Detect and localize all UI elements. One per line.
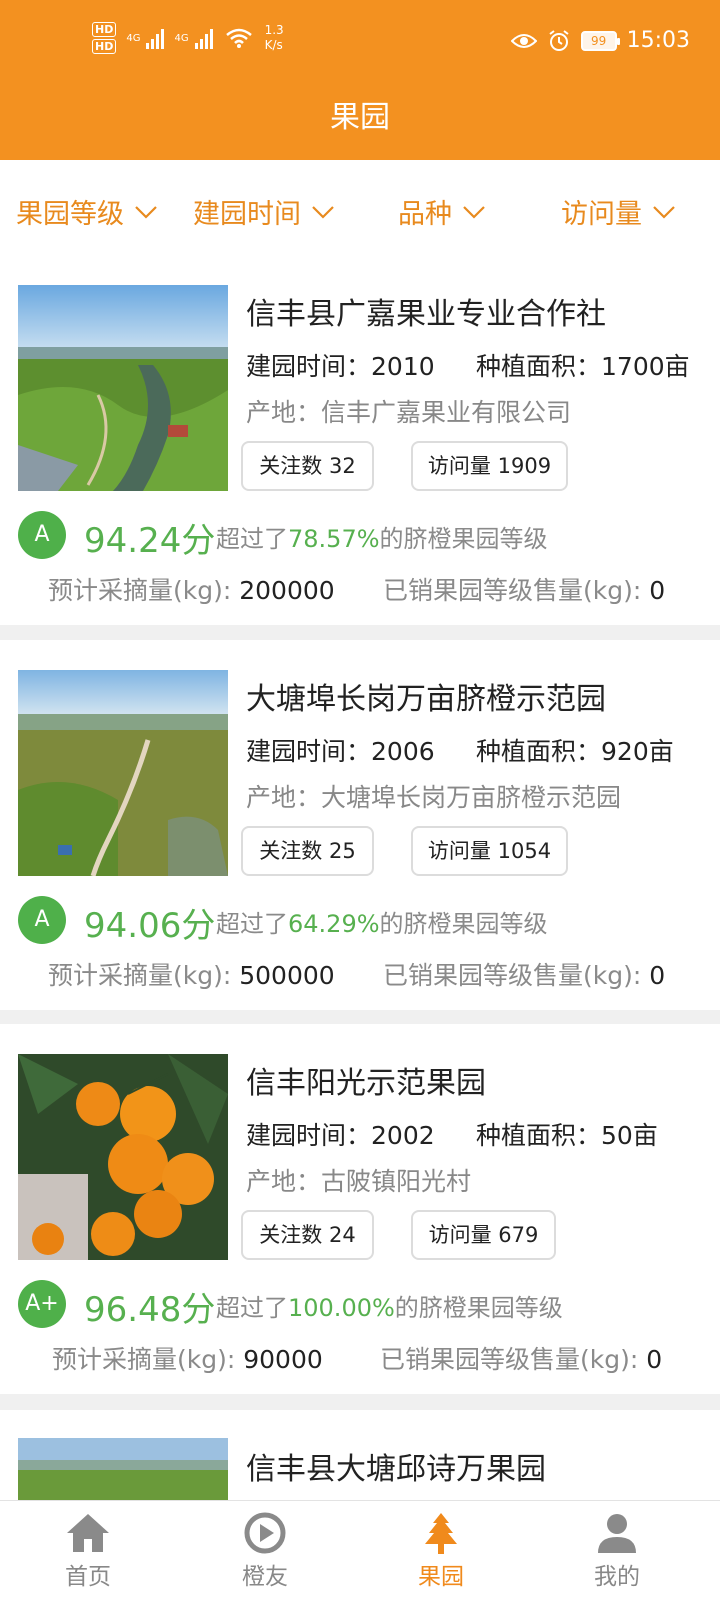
orchard-meta: 建园时间：2002 种植面积：50亩	[246, 1121, 658, 1150]
signal-icon	[146, 27, 165, 49]
status-bar: HD HD 4G 4G 1.3 K/s 99 15:03	[0, 0, 720, 86]
eye-icon	[510, 33, 537, 48]
orchard-photo	[18, 1438, 228, 1500]
nav-orange-friends[interactable]: 橙友	[205, 1511, 325, 1591]
chevron-down-icon	[312, 205, 334, 219]
planting-area: 50亩	[601, 1121, 658, 1150]
orchard-origin: 产地：大塘埠长岗万亩脐橙示范园	[246, 783, 622, 812]
sold-amount: 已销果园等级售量(kg): 0	[383, 961, 666, 990]
nav-orchard[interactable]: 果园	[381, 1511, 501, 1591]
grade-badge: A	[18, 511, 66, 559]
planting-area: 1700亩	[601, 352, 690, 381]
orchard-origin: 产地：古陂镇阳光村	[246, 1167, 472, 1196]
chevron-down-icon	[463, 205, 485, 219]
signal-type-1: 4G	[126, 32, 141, 44]
bottom-nav: 首页 橙友 果园 我的	[0, 1500, 720, 1600]
planting-area: 920亩	[601, 737, 674, 766]
founded-year: 2010	[371, 352, 435, 381]
sold-amount: 已销果园等级售量(kg): 0	[380, 1345, 663, 1374]
app-header: HD HD 4G 4G 1.3 K/s 99 15:03 果园	[0, 0, 720, 160]
harvest-estimate: 预计采摘量(kg): 500000	[48, 961, 335, 990]
page-title: 果园	[330, 100, 390, 135]
wifi-icon	[225, 28, 252, 48]
orchard-card[interactable]: 信丰县大塘邱诗万果园	[0, 1410, 720, 1500]
visits-button[interactable]: 访问量 1054	[411, 826, 568, 876]
harvest-estimate: 预计采摘量(kg): 200000	[48, 576, 335, 605]
orchard-photo	[18, 670, 228, 876]
orchard-card[interactable]: 信丰阳光示范果园 建园时间：2002 种植面积：50亩 产地：古陂镇阳光村 关注…	[0, 1024, 720, 1394]
chevron-down-icon	[135, 205, 157, 219]
signal-icon	[194, 27, 213, 49]
score: 96.48分	[84, 1290, 216, 1330]
alarm-icon	[548, 29, 569, 51]
user-icon	[598, 1514, 636, 1553]
follows-button[interactable]: 关注数 25	[241, 826, 374, 876]
status-right: 99 15:03	[510, 28, 690, 53]
nav-home[interactable]: 首页	[28, 1511, 148, 1591]
visits-button[interactable]: 访问量 679	[411, 1210, 556, 1260]
score: 94.24分	[84, 521, 216, 561]
harvest-estimate: 预计采摘量(kg): 90000	[52, 1345, 323, 1374]
orchard-card[interactable]: 信丰县广嘉果业专业合作社 建园时间：2010 种植面积：1700亩 产地：信丰广…	[0, 255, 720, 625]
orchard-name: 信丰阳光示范果园	[246, 1066, 486, 1101]
orchard-tree-icon	[425, 1513, 457, 1554]
orchard-name: 信丰县大塘邱诗万果园	[246, 1452, 546, 1487]
nav-mine[interactable]: 我的	[557, 1511, 677, 1591]
sold-amount: 已销果园等级售量(kg): 0	[383, 576, 666, 605]
follows-button[interactable]: 关注数 24	[241, 1210, 374, 1260]
score: 94.06分	[84, 906, 216, 946]
battery-icon: 99	[580, 30, 620, 51]
founded-year: 2006	[371, 737, 435, 766]
status-left: HD HD 4G 4G 1.3 K/s	[92, 22, 284, 54]
exceed-text: 超过了64.29%的脐橙果园等级	[216, 910, 548, 938]
orchard-name: 信丰县广嘉果业专业合作社	[246, 297, 606, 332]
net-speed: 1.3 K/s	[264, 23, 284, 52]
home-icon	[67, 1514, 109, 1552]
orchard-origin: 产地：信丰广嘉果业有限公司	[246, 398, 572, 427]
visits-button[interactable]: 访问量 1909	[411, 441, 568, 491]
orange-friends-icon	[244, 1512, 286, 1554]
filter-visits[interactable]: 访问量	[561, 192, 676, 231]
orchard-meta: 建园时间：2006 种植面积：920亩	[246, 737, 674, 766]
hd-icon: HD HD	[92, 22, 117, 54]
exceed-text: 超过了100.00%的脐橙果园等级	[216, 1294, 563, 1322]
chevron-down-icon	[653, 205, 675, 219]
founded-year: 2002	[371, 1121, 435, 1150]
orchard-photo	[18, 1054, 228, 1260]
filter-founded-time[interactable]: 建园时间	[193, 192, 335, 231]
signal-type-2: 4G	[174, 32, 189, 44]
grade-badge: A	[18, 896, 66, 944]
orchard-photo	[18, 285, 228, 491]
follows-button[interactable]: 关注数 32	[241, 441, 374, 491]
exceed-text: 超过了78.57%的脐橙果园等级	[216, 525, 548, 553]
grade-badge: A+	[18, 1280, 66, 1328]
clock: 15:03	[626, 28, 690, 53]
orchard-meta: 建园时间：2010 种植面积：1700亩	[246, 352, 690, 381]
orchard-card[interactable]: 大塘埠长岗万亩脐橙示范园 建园时间：2006 种植面积：920亩 产地：大塘埠长…	[0, 640, 720, 1010]
filter-variety[interactable]: 品种	[398, 192, 486, 231]
filter-orchard-grade[interactable]: 果园等级	[16, 192, 158, 231]
orchard-name: 大塘埠长岗万亩脐橙示范园	[246, 682, 606, 717]
filter-bar: 果园等级 建园时间 品种 访问量	[0, 160, 720, 260]
